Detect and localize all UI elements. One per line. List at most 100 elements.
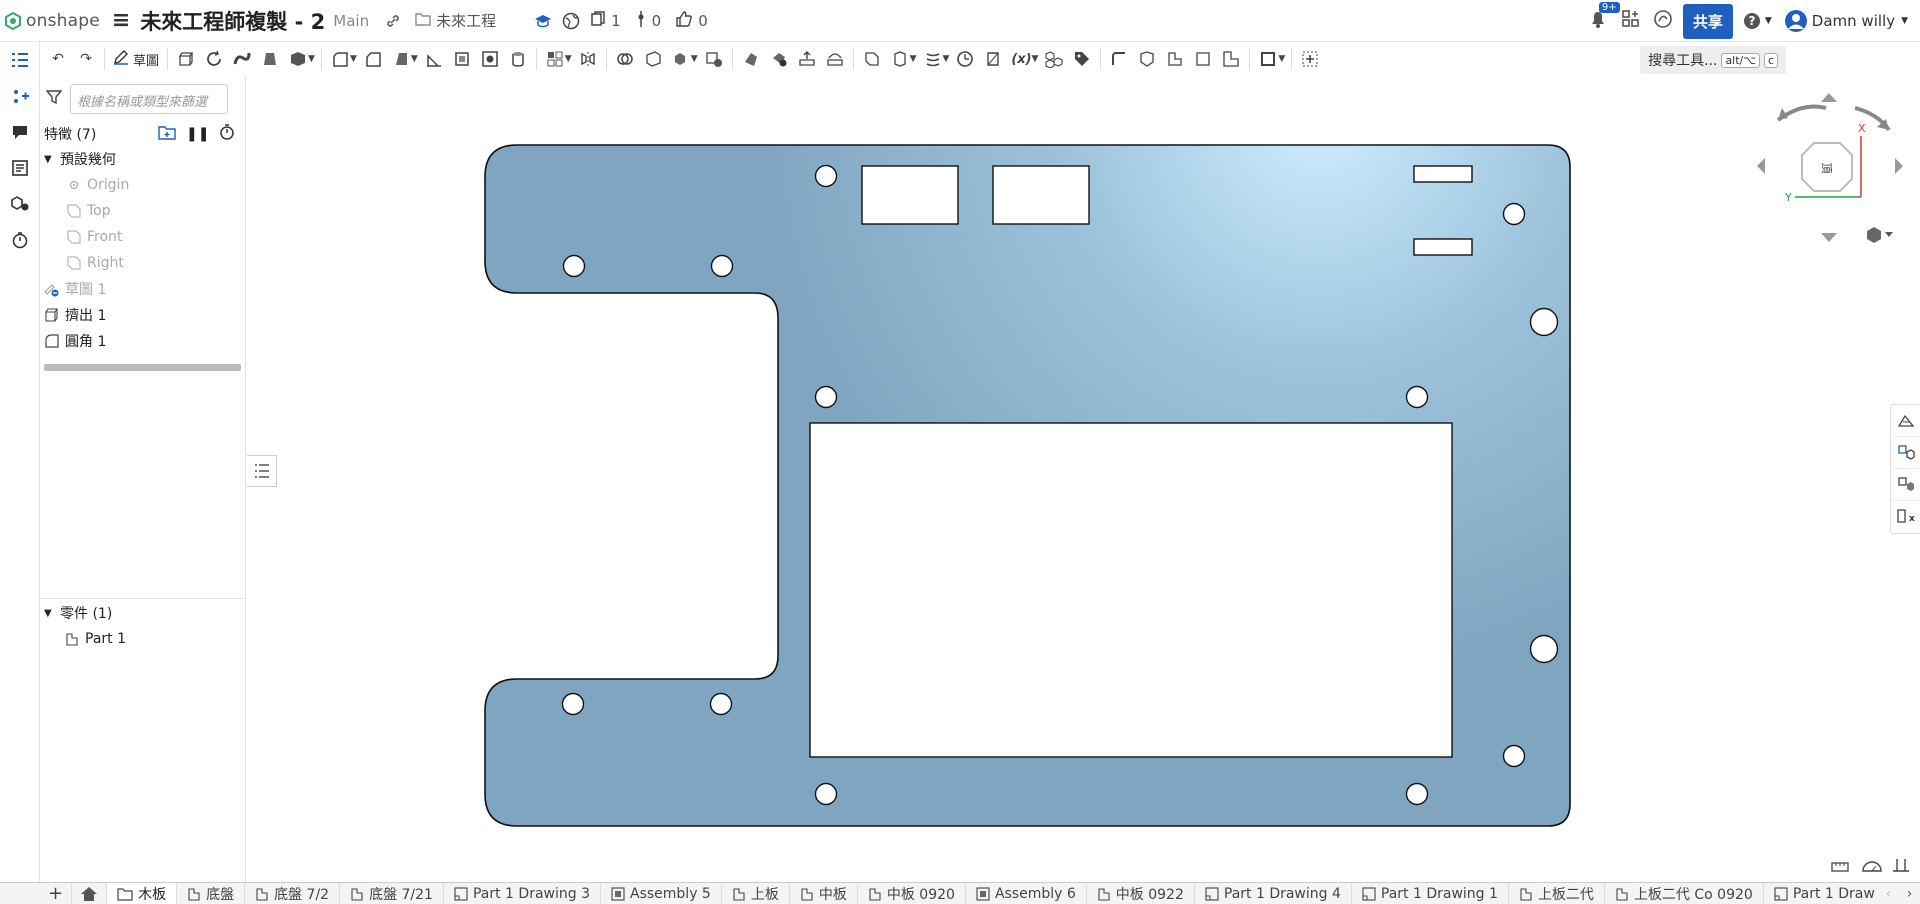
chevron-down-icon[interactable]: ▼: [691, 54, 698, 64]
cylinder-icon[interactable]: [504, 46, 532, 72]
flange-icon[interactable]: [1133, 46, 1161, 72]
delete-face-icon[interactable]: [765, 46, 793, 72]
tag-icon[interactable]: [1068, 46, 1096, 72]
chevron-down-icon[interactable]: ▼: [1031, 54, 1038, 64]
hole[interactable]: [709, 692, 733, 716]
feature-item-sketch[interactable]: 草圖 1: [40, 276, 245, 302]
app-store-icon[interactable]: [1621, 9, 1641, 33]
plane-item-front[interactable]: Front: [40, 224, 245, 250]
share-button[interactable]: 共享: [1682, 3, 1733, 39]
cutout-square[interactable]: [861, 165, 959, 225]
configurations-icon[interactable]: [0, 186, 40, 222]
tab-drawing[interactable]: Part 1 Drawing 3: [444, 883, 601, 904]
chevron-down-icon[interactable]: ▼: [1278, 54, 1285, 64]
slot[interactable]: [1413, 165, 1473, 183]
folder-link[interactable]: 未來工程: [415, 10, 496, 31]
feature-list-icon[interactable]: [0, 42, 40, 78]
menu-icon[interactable]: ≡: [112, 8, 130, 33]
move-face-icon[interactable]: [793, 46, 821, 72]
tab-assembly[interactable]: Assembly 5: [601, 883, 722, 904]
rib-icon[interactable]: [420, 46, 448, 72]
origin-item[interactable]: Origin: [40, 172, 245, 198]
chevron-down-icon[interactable]: ▼: [44, 154, 60, 165]
derived-icon[interactable]: [1040, 46, 1068, 72]
cutout-square[interactable]: [992, 165, 1090, 225]
learning-icon[interactable]: [534, 13, 552, 29]
redo-icon[interactable]: ↷: [72, 46, 100, 72]
hole[interactable]: [814, 782, 838, 806]
document-title[interactable]: 未來工程師複製 - 2: [140, 6, 325, 36]
chevron-down-icon[interactable]: ▼: [350, 54, 357, 64]
hole[interactable]: [561, 692, 585, 716]
plane-item-top[interactable]: Top: [40, 198, 245, 224]
appearance-icon[interactable]: [1891, 405, 1920, 437]
chevron-down-icon[interactable]: ▼: [308, 54, 315, 64]
extrude-icon[interactable]: [172, 46, 200, 72]
part-item[interactable]: Part 1: [40, 626, 246, 652]
tab-feature-icon[interactable]: [1161, 46, 1189, 72]
help-button[interactable]: ? ▼: [1743, 12, 1772, 30]
versions-button[interactable]: 1: [590, 10, 621, 31]
like-button[interactable]: 0: [675, 10, 708, 32]
flat-pattern-icon[interactable]: [1217, 46, 1245, 72]
tab-part-studio[interactable]: 中板 0920: [858, 883, 966, 904]
hole[interactable]: [814, 385, 838, 409]
search-tools-button[interactable]: 搜尋工具... alt/⌥ c: [1640, 46, 1786, 74]
measure-tool-icon[interactable]: [1893, 859, 1909, 872]
sketch-button[interactable]: 草圖: [109, 49, 163, 69]
rollback-bar[interactable]: [44, 364, 241, 371]
tab-wood-board[interactable]: 木板: [107, 883, 178, 904]
tab-part-studio[interactable]: 中板: [790, 883, 858, 904]
filter-icon[interactable]: [45, 89, 63, 109]
insert-icon[interactable]: [0, 78, 40, 114]
shell-icon[interactable]: [448, 46, 476, 72]
tab-assembly[interactable]: Assembly 6: [966, 883, 1087, 904]
parts-header[interactable]: ▼ 零件 (1): [40, 600, 246, 626]
learning-center-icon[interactable]: [1653, 9, 1673, 33]
notes-icon[interactable]: [0, 150, 40, 186]
hole[interactable]: [562, 254, 586, 278]
add-tab-button[interactable]: +: [40, 883, 73, 904]
chevron-right-icon[interactable]: ›: [1907, 886, 1913, 902]
tab-part-studio[interactable]: 底盤 7/21: [340, 883, 444, 904]
tab-part-studio[interactable]: 上板二代: [1509, 883, 1605, 904]
boolean-icon[interactable]: [611, 46, 639, 72]
chevron-down-icon[interactable]: ▼: [565, 54, 572, 64]
cutout-large[interactable]: [809, 422, 1453, 758]
feature-item-fillet[interactable]: 圓角 1: [40, 328, 245, 354]
tab-part-studio[interactable]: 底盤: [177, 883, 246, 904]
measure-icon[interactable]: [951, 46, 979, 72]
graphics-area[interactable]: 頂 X Y: [247, 76, 1920, 882]
mass-properties-icon[interactable]: [1891, 469, 1920, 501]
tab-drawing[interactable]: Part 1 Draw: [1764, 883, 1886, 904]
stopwatch-icon[interactable]: [219, 124, 235, 144]
variables-icon[interactable]: x: [1891, 501, 1920, 533]
tab-drawing[interactable]: Part 1 Drawing 4: [1195, 883, 1352, 904]
hole[interactable]: [1405, 782, 1429, 806]
timer-icon[interactable]: [0, 222, 40, 258]
hole[interactable]: [1405, 385, 1429, 409]
plane-icon[interactable]: [858, 46, 886, 72]
default-geometry-group[interactable]: ▼ 預設幾何: [40, 146, 245, 172]
chevron-left-icon[interactable]: ‹: [1886, 886, 1892, 902]
sweep-icon[interactable]: [228, 46, 256, 72]
new-folder-icon[interactable]: [158, 124, 176, 144]
globe-icon[interactable]: [562, 12, 580, 30]
hole[interactable]: [1502, 744, 1526, 768]
mirror-icon[interactable]: [574, 46, 602, 72]
revolve-icon[interactable]: [200, 46, 228, 72]
view-options-icon[interactable]: [1867, 227, 1893, 243]
loft-icon[interactable]: [256, 46, 284, 72]
hole[interactable]: [1502, 202, 1526, 226]
tab-drawing[interactable]: Part 1 Drawing 1: [1352, 883, 1509, 904]
chamfer-icon[interactable]: [359, 46, 387, 72]
notifications-button[interactable]: 9+: [1589, 2, 1620, 33]
tab-part-studio[interactable]: 上板二代 Co 0920: [1605, 883, 1764, 904]
pause-icon[interactable]: ❚❚: [186, 126, 209, 142]
tab-part-studio[interactable]: 底盤 7/2: [245, 883, 341, 904]
home-icon[interactable]: [72, 883, 108, 904]
parts-properties-icon[interactable]: [1891, 437, 1920, 469]
ruler-icon[interactable]: [1831, 862, 1849, 872]
comments-icon[interactable]: [0, 114, 40, 150]
filter-input[interactable]: 根據名稱或類型來篩選: [70, 84, 228, 114]
